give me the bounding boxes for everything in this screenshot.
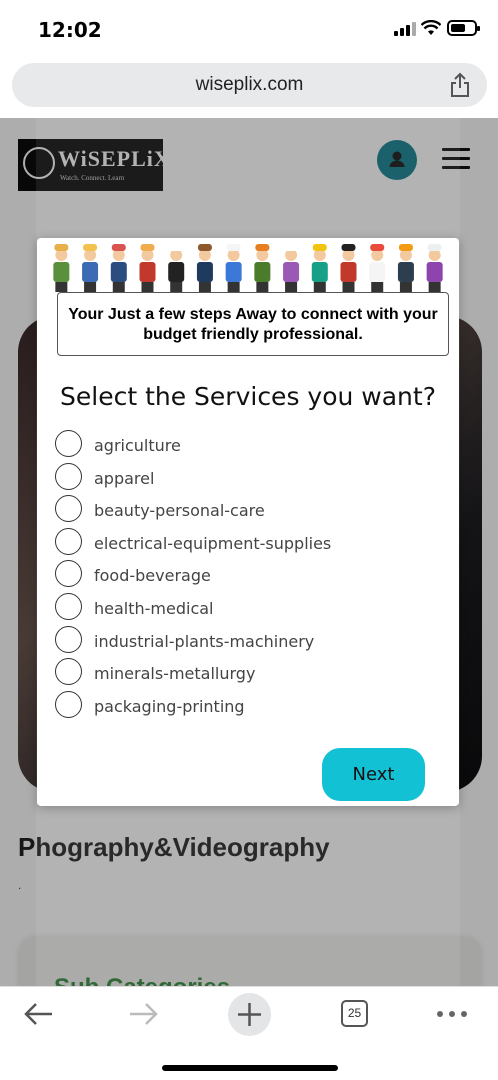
browser-toolbar: 25 — [0, 986, 498, 1080]
option-label: beauty-personal-care — [94, 501, 265, 521]
radio-button[interactable] — [55, 462, 82, 490]
tabs-count-button[interactable]: 25 — [341, 1000, 368, 1027]
battery-icon — [447, 20, 480, 36]
radio-button[interactable] — [55, 560, 82, 588]
next-button[interactable]: Next — [322, 748, 425, 801]
radio-button[interactable] — [55, 495, 82, 523]
option-label: electrical-equipment-supplies — [94, 533, 332, 553]
option-label: industrial-plants-machinery — [94, 631, 315, 651]
status-bar: 12:02 — [0, 0, 498, 58]
wifi-icon — [421, 20, 441, 35]
status-time: 12:02 — [38, 18, 102, 42]
radio-button[interactable] — [55, 430, 82, 457]
share-icon[interactable] — [449, 72, 471, 98]
professional-figure — [426, 244, 443, 292]
banner-text: Your Just a few steps Away to connect wi… — [68, 306, 438, 343]
professional-figure — [311, 244, 328, 292]
professional-figure — [225, 244, 242, 292]
cellular-signal-icon — [394, 22, 416, 36]
service-options-list: agriculture apparel beauty-personal-care… — [55, 428, 445, 721]
professional-figure — [369, 244, 386, 292]
radio-button[interactable] — [55, 690, 82, 718]
professional-figure — [168, 244, 185, 292]
back-arrow-icon[interactable] — [24, 1001, 54, 1027]
option-label: minerals-metallurgy — [94, 664, 256, 684]
service-option[interactable]: health-medical — [55, 591, 445, 624]
services-modal: Your Just a few steps Away to connect wi… — [37, 238, 459, 806]
professional-figure — [397, 244, 414, 292]
service-option[interactable]: packaging-printing — [55, 689, 445, 722]
option-label: apparel — [94, 468, 155, 488]
option-label: agriculture — [94, 436, 181, 455]
service-option[interactable]: apparel — [55, 461, 445, 494]
professional-figure — [110, 244, 127, 292]
more-options-icon[interactable] — [436, 1010, 468, 1018]
professional-figure — [283, 244, 300, 292]
professional-figure — [196, 244, 213, 292]
radio-button[interactable] — [55, 592, 82, 620]
professional-figure — [82, 244, 99, 292]
service-option[interactable]: industrial-plants-machinery — [55, 624, 445, 657]
option-label: health-medical — [94, 598, 214, 618]
banner-box: Your Just a few steps Away to connect wi… — [57, 292, 449, 356]
professional-figure — [139, 244, 156, 292]
radio-button[interactable] — [55, 527, 82, 555]
option-label: packaging-printing — [94, 696, 245, 716]
service-option[interactable]: agriculture — [55, 428, 445, 461]
professional-figure — [53, 244, 70, 292]
plus-icon — [238, 1003, 261, 1026]
professional-figure — [254, 244, 271, 292]
service-option[interactable]: food-beverage — [55, 558, 445, 591]
new-tab-button[interactable] — [228, 993, 271, 1036]
service-option[interactable]: beauty-personal-care — [55, 493, 445, 526]
option-label: food-beverage — [94, 566, 211, 586]
modal-heading: Select the Services you want? — [60, 382, 436, 411]
service-option[interactable]: minerals-metallurgy — [55, 656, 445, 689]
url-text: wiseplix.com — [195, 74, 304, 95]
professional-figure — [340, 244, 357, 292]
radio-button[interactable] — [55, 658, 82, 686]
home-indicator — [162, 1065, 338, 1071]
address-bar[interactable]: wiseplix.com — [12, 63, 487, 107]
service-option[interactable]: electrical-equipment-supplies — [55, 526, 445, 559]
radio-button[interactable] — [55, 625, 82, 653]
screen: 12:02 wiseplix.com WiSEPLiX Watch. Conne… — [0, 0, 498, 1080]
forward-arrow-icon[interactable] — [128, 1001, 158, 1027]
professionals-illustration — [53, 244, 443, 292]
